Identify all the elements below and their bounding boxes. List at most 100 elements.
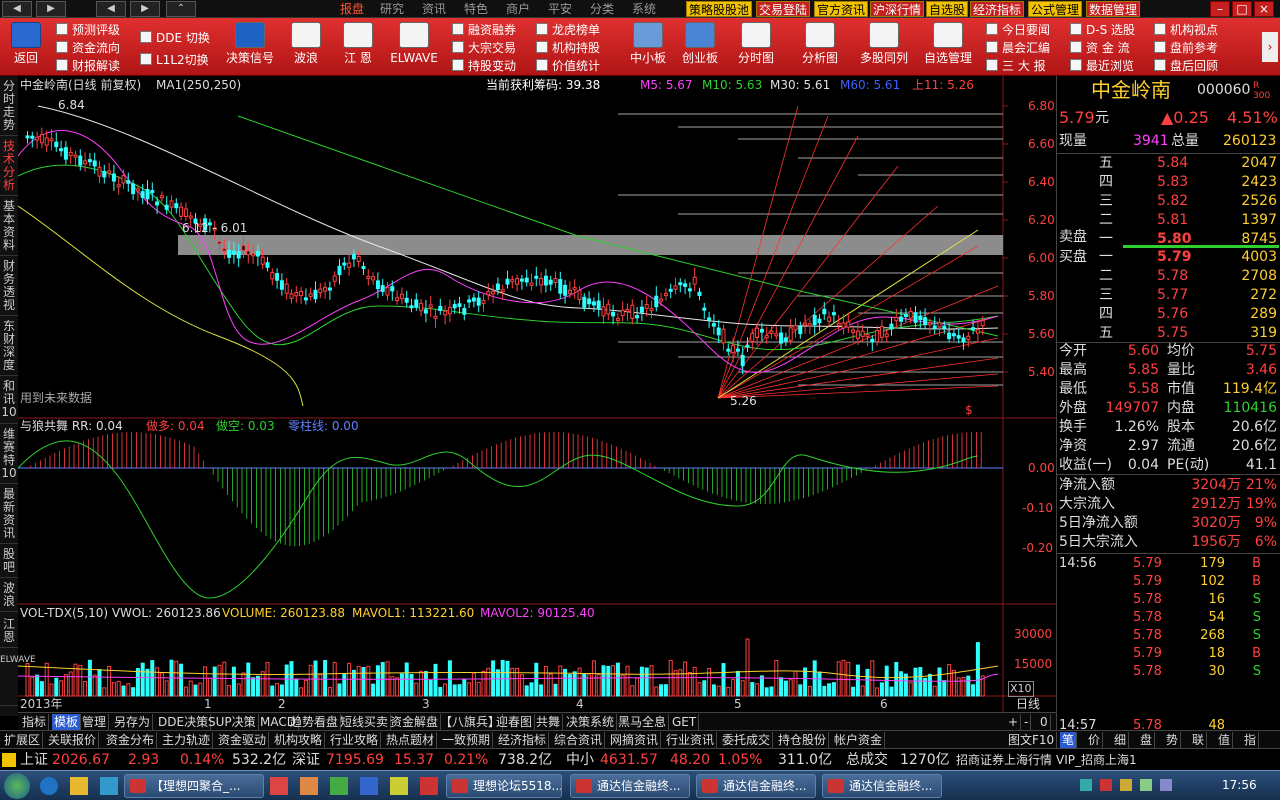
close-icon[interactable]: × <box>1254 1 1274 17</box>
institution-holding-button[interactable]: 机构持股 <box>536 40 600 56</box>
block-trade-button[interactable]: 大宗交易 <box>452 40 516 56</box>
wave-button[interactable]: 波浪 <box>278 22 334 66</box>
indicator-tab[interactable]: 迎春图 <box>494 714 536 730</box>
app-icon[interactable] <box>330 777 348 795</box>
today-news-button[interactable]: 今日要闻 <box>986 22 1050 38</box>
analysis-chart-button[interactable]: 分析图 <box>792 22 848 66</box>
app-icon[interactable] <box>360 777 378 795</box>
indicator-tab[interactable]: 另存为 <box>112 714 154 730</box>
multi-stock-button[interactable]: 多股同列 <box>856 22 912 66</box>
menu-tab-pingan[interactable]: 平安 <box>548 2 572 16</box>
elwave-button[interactable]: ELWAVE <box>386 22 442 66</box>
menu-tab-strategy-pool[interactable]: 策略股股池 <box>686 1 753 17</box>
indicator-tab[interactable]: 指标 <box>20 714 50 730</box>
maximize-icon[interactable]: □ <box>1232 1 1252 17</box>
taskbar-window-4[interactable]: 通达信金融终... <box>696 774 816 798</box>
morning-brief-button[interactable]: 晨会汇编 <box>986 40 1050 56</box>
quote-view-tab[interactable]: 联 <box>1190 732 1208 748</box>
tab-forum[interactable]: 股吧 <box>0 548 18 578</box>
app-icon[interactable] <box>420 777 438 795</box>
menu-tab-system[interactable]: 系统 <box>632 2 656 16</box>
menu-tab-trade-login[interactable]: 交易登陆 <box>756 1 811 17</box>
period-label[interactable]: 日线 <box>1016 697 1040 711</box>
extension-tab[interactable]: 资金驱动 <box>216 732 270 748</box>
taskbar-window-2[interactable]: 理想论坛5518... <box>446 774 562 798</box>
ask-level[interactable]: 二 5.81 1397 <box>1057 211 1280 230</box>
dde-switch-button[interactable]: DDE 切换 <box>140 30 210 46</box>
extension-tab[interactable]: 机构攻略 <box>272 732 326 748</box>
gem-board-button[interactable]: 创业板 <box>672 22 728 66</box>
rating-forecast-button[interactable]: 预测评级 <box>56 22 120 38</box>
ask-level[interactable]: 三 5.82 2526 <box>1057 192 1280 211</box>
indicator-tab[interactable]: 模板 <box>52 714 82 730</box>
quote-view-tab[interactable]: 盘 <box>1138 732 1156 748</box>
period-reset-button[interactable]: 0 <box>1038 714 1051 730</box>
l1l2-switch-button[interactable]: L1L2切换 <box>140 52 209 68</box>
tab-latest-news[interactable]: 最新资讯 <box>0 488 18 544</box>
sme-board-button[interactable]: 中小板 <box>620 22 676 66</box>
ds-screener-button[interactable]: D-S 选股 <box>1070 22 1135 38</box>
tray-icon[interactable] <box>1100 779 1112 791</box>
indicator-tab[interactable]: 黑马全息 <box>616 714 670 730</box>
aftermarket-review-button[interactable]: 盘后回顾 <box>1154 58 1218 74</box>
extension-tab[interactable]: 行业资讯 <box>664 732 718 748</box>
institution-view-button[interactable]: 机构视点 <box>1154 22 1218 38</box>
indicator-tab[interactable]: GET <box>670 714 700 730</box>
extension-tab[interactable]: 帐户资金 <box>832 732 886 748</box>
tray-icon[interactable] <box>1120 779 1132 791</box>
media-icon[interactable] <box>100 777 118 795</box>
nav-prev-icon[interactable]: ◀ <box>96 1 126 17</box>
decision-signal-button[interactable]: 决策信号 <box>222 22 278 66</box>
menu-tab-data[interactable]: 数据管理 <box>1086 1 1141 17</box>
tab-elwave[interactable]: ELWAVE <box>0 654 36 706</box>
system-tray[interactable] <box>1080 779 1210 793</box>
quote-view-tab[interactable]: 指 <box>1242 732 1260 748</box>
toolbar-scroll-icon[interactable]: › <box>1262 32 1278 62</box>
menu-tab-merchant[interactable]: 商户 <box>506 2 530 16</box>
gann-button[interactable]: 江 恩 <box>330 22 386 66</box>
indicator-tab[interactable]: 短线买卖 <box>338 714 392 730</box>
indicator-tab[interactable]: 决策系统 <box>564 714 618 730</box>
app-icon[interactable] <box>390 777 408 795</box>
menu-tab-research[interactable]: 研究 <box>380 2 404 16</box>
tab-hexun10[interactable]: 和讯10 <box>0 380 18 424</box>
indicator-tab[interactable]: DDE决策 <box>156 714 212 730</box>
bid-level[interactable]: 一 5.79 4003 <box>1057 248 1280 267</box>
report-reading-button[interactable]: 财报解读 <box>56 58 120 74</box>
tab-finance[interactable]: 财务透视 <box>0 260 18 316</box>
premarket-ref-button[interactable]: 盘前参考 <box>1154 40 1218 56</box>
app-icon[interactable] <box>270 777 288 795</box>
quote-view-tab[interactable]: 笔 <box>1060 732 1078 748</box>
bid-level[interactable]: 四 5.76 289 <box>1057 305 1280 324</box>
menu-tab-official-news[interactable]: 官方资讯 <box>814 1 869 17</box>
tray-icon[interactable] <box>1080 779 1092 791</box>
nav-next-icon[interactable]: ▶ <box>130 1 160 17</box>
nav-back-icon[interactable]: ◀ <box>2 1 32 17</box>
indicator-tab[interactable]: SUP决策 <box>206 714 259 730</box>
margin-trading-button[interactable]: 融资融券 <box>452 22 516 38</box>
value-stats-button[interactable]: 价值统计 <box>536 58 600 74</box>
three-papers-button[interactable]: 三 大 报 <box>986 58 1046 74</box>
period-minus-button[interactable]: - <box>1022 714 1032 730</box>
extension-tab[interactable]: 主力轨迹 <box>160 732 214 748</box>
indicator-tab[interactable]: 管理 <box>80 714 110 730</box>
tab-intraday[interactable]: 分时走势 <box>0 80 18 136</box>
quote-view-tab[interactable]: 价 <box>1086 732 1104 748</box>
kline-chart-area[interactable]: 中金岭南(日线 前复权) MA1(250,250) 当前获利筹码: 39.38 … <box>18 76 1056 712</box>
start-icon[interactable] <box>4 773 30 799</box>
extension-tab[interactable]: 关联报价 <box>46 732 100 748</box>
nav-forward-icon[interactable]: ▶ <box>36 1 66 17</box>
menu-tab-watchlist[interactable]: 自选股 <box>926 1 969 17</box>
watchlist-manage-button[interactable]: 自选管理 <box>920 22 976 66</box>
tab-basic-info[interactable]: 基本资料 <box>0 200 18 256</box>
f10-tab[interactable]: 图文F10 <box>1006 732 1058 748</box>
recent-browse-button[interactable]: 最近浏览 <box>1070 58 1134 74</box>
minimize-icon[interactable]: – <box>1210 1 1230 17</box>
tab-technical[interactable]: 技术分析 <box>0 140 18 196</box>
folder-icon[interactable] <box>70 777 88 795</box>
fund-flow-button[interactable]: 资金流向 <box>56 40 120 56</box>
taskbar-window-3[interactable]: 通达信金融终... <box>570 774 690 798</box>
taskbar-window-5[interactable]: 通达信金融终... <box>822 774 942 798</box>
fund-stream-button[interactable]: 资 金 流 <box>1070 40 1130 56</box>
bid-level[interactable]: 五 5.75 319 <box>1057 324 1280 343</box>
